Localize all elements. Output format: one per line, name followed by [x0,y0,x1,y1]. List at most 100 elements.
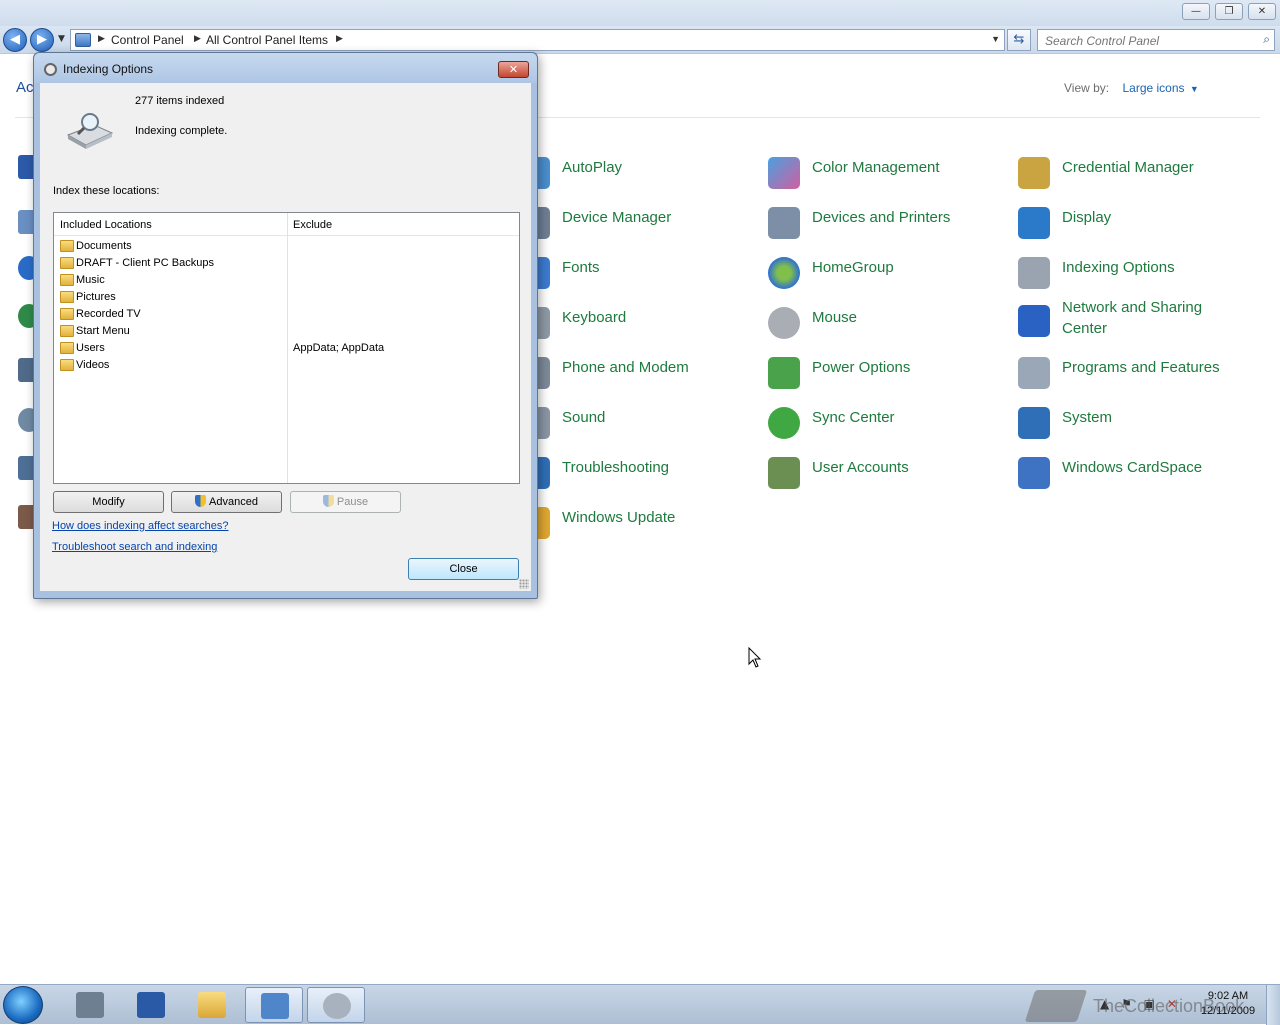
system-icon [1018,407,1050,439]
page-heading: Ac [16,79,34,96]
taskbar-powershell[interactable] [122,987,180,1023]
address-bar[interactable]: ▶ Control Panel ▶ All Control Panel Item… [70,29,1005,51]
folder-icon [60,257,74,269]
cp-item-label: HomeGroup [812,259,894,276]
dialog-close-button[interactable]: ✕ [498,61,529,78]
cp-item-label: AutoPlay [562,159,623,176]
taskbar-server-manager[interactable] [61,987,119,1023]
resize-grip[interactable] [519,579,529,589]
dialog-title: Indexing Options [63,62,154,76]
folder-icon [60,342,74,354]
cp-item-label: Indexing Options [1062,259,1175,276]
powershell-icon [137,992,165,1018]
view-by-dropdown-icon[interactable]: ▼ [1190,84,1199,94]
list-item[interactable]: DRAFT - Client PC Backups [54,255,519,272]
search-box[interactable]: ⌕ [1037,29,1275,51]
mouse-cursor-icon [748,647,762,668]
address-row: ◀ ▶ ▼ ▶ Control Panel ▶ All Control Pane… [0,26,1280,54]
list-item[interactable]: Videos [54,357,519,374]
list-item[interactable]: Users AppData; AppData [54,340,519,357]
troubleshoot-link[interactable]: Troubleshoot search and indexing [52,541,217,553]
folder-icon [60,308,74,320]
start-button[interactable] [3,986,43,1024]
book-icon [1024,990,1088,1022]
power-options-icon [768,357,800,389]
watermark-text: TheCollectionBook [1093,996,1245,1016]
advanced-button[interactable]: Advanced [171,491,282,513]
cp-item-label: Sound [562,409,606,426]
location-name: Documents [76,240,132,252]
close-button-label: Close [449,563,478,575]
color-management-icon [768,157,800,189]
list-item[interactable]: Music [54,272,519,289]
folder-icon [60,274,74,286]
recent-pages-dropdown-icon[interactable]: ▼ [58,34,65,44]
control-panel-icon [261,993,289,1019]
dialog-titlebar[interactable]: Indexing Options ✕ [34,53,537,83]
maximize-button[interactable]: ❐ [1215,3,1243,20]
pause-button[interactable]: Pause [290,491,401,513]
cp-item-label: Credential Manager [1062,159,1194,176]
mouse-icon [768,307,800,339]
taskbar-indexing-options[interactable] [307,987,365,1023]
uac-shield-icon [195,495,207,507]
taskbar-explorer[interactable] [183,987,241,1023]
cp-item-label: Phone and Modem [562,359,689,376]
advanced-button-label: Advanced [209,496,258,508]
list-item[interactable]: Start Menu [54,323,519,340]
location-name: Recorded TV [76,308,141,320]
location-name: DRAFT - Client PC Backups [76,257,214,269]
locations-list[interactable]: Included Locations Exclude Documents DRA… [53,212,520,484]
magnifier-icon [323,993,351,1019]
cp-item-label: Programs and Features [1062,359,1220,376]
column-header-exclude[interactable]: Exclude [293,219,332,231]
cp-item-label: Display [1062,209,1112,226]
indexing-drive-icon [66,113,114,149]
forward-button[interactable]: ▶ [30,28,54,52]
location-name: Music [76,274,105,286]
breadcrumb-arrow-icon[interactable]: ▶ [336,33,343,44]
column-header-included[interactable]: Included Locations [60,219,152,231]
close-button[interactable]: Close [408,558,519,580]
watermark: TheCollectionBook [1024,990,1280,1022]
programs-features-icon [1018,357,1050,389]
modify-button[interactable]: Modify [53,491,164,513]
folder-icon [198,992,226,1018]
breadcrumb-arrow-icon[interactable]: ▶ [98,33,105,44]
breadcrumb-arrow-icon[interactable]: ▶ [194,33,201,44]
help-link-indexing-searches[interactable]: How does indexing affect searches? [52,520,229,532]
locations-label: Index these locations: [53,185,160,197]
indexing-options-dialog: Indexing Options ✕ 277 items indexed Ind… [33,52,538,599]
folder-icon [60,359,74,371]
refresh-button[interactable]: ⇆ [1007,29,1031,51]
search-input[interactable] [1045,33,1250,48]
list-item[interactable]: Pictures [54,289,519,306]
location-name: Users [76,342,105,354]
list-item[interactable]: Recorded TV [54,306,519,323]
folder-icon [60,240,74,252]
cp-item-label: Fonts [562,259,600,276]
close-window-button[interactable]: ✕ [1248,3,1276,20]
list-item[interactable]: Documents [54,238,519,255]
cp-item-label: Devices and Printers [812,209,951,226]
magnifier-icon [44,63,57,76]
search-icon[interactable]: ⌕ [1263,32,1270,47]
view-by-selector[interactable]: Large icons [1122,81,1184,95]
uac-shield-icon [322,495,334,507]
cp-item-label: Mouse [812,309,858,326]
display-icon [1018,207,1050,239]
minimize-button[interactable]: — [1182,3,1210,20]
view-by-label: View by: [1064,81,1110,95]
address-dropdown-icon[interactable]: ▼ [991,34,1000,44]
back-button[interactable]: ◀ [3,28,27,52]
cp-item-label: User Accounts [812,459,909,476]
control-panel-icon [75,33,91,47]
breadcrumb-all-items[interactable]: All Control Panel Items [206,33,328,47]
location-name: Pictures [76,291,116,303]
breadcrumb-control-panel[interactable]: Control Panel [111,33,184,47]
location-name: Videos [76,359,110,371]
cp-item-label: Windows Update [562,509,676,526]
taskbar-control-panel[interactable] [245,987,303,1023]
cp-item-label: System [1062,409,1113,426]
cp-item-label: Keyboard [562,309,627,326]
